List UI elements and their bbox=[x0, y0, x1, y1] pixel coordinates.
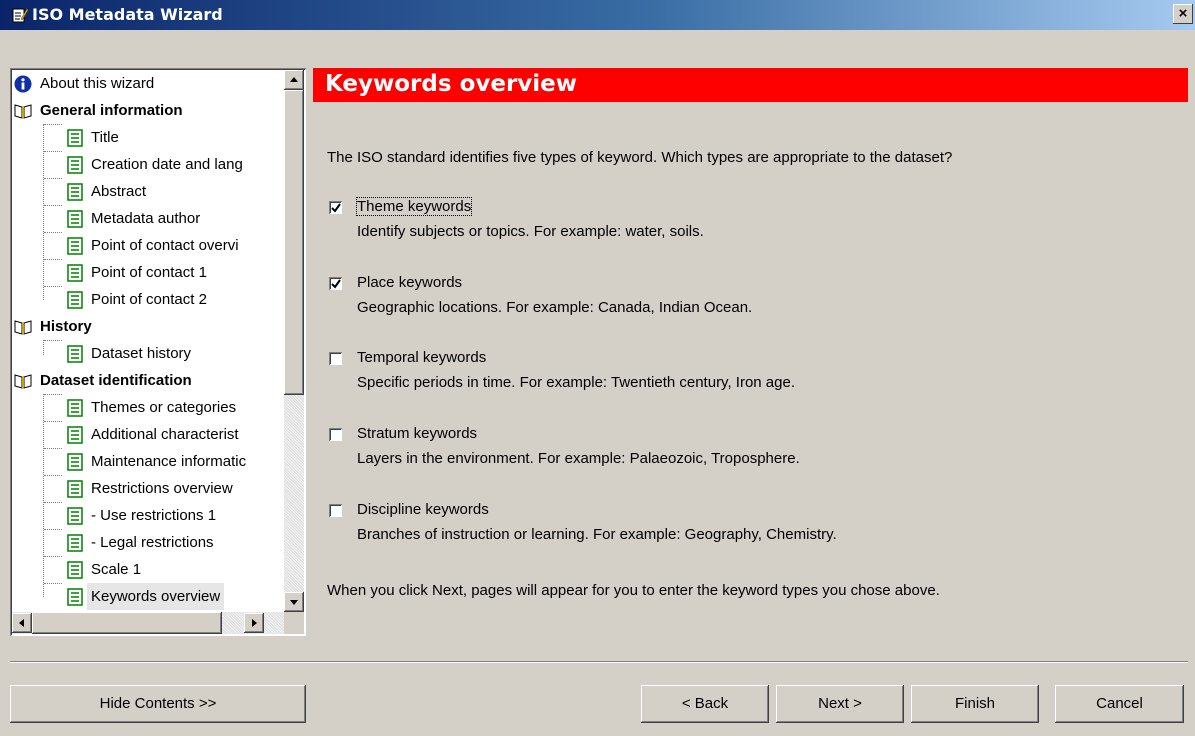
page-icon bbox=[67, 534, 83, 552]
page-icon bbox=[67, 426, 83, 444]
keyword-option-description: Specific periods in time. For example: T… bbox=[357, 374, 795, 391]
page-icon bbox=[67, 399, 83, 417]
close-button[interactable]: × bbox=[1173, 4, 1193, 24]
page-heading-bar: Keywords overview bbox=[313, 68, 1188, 102]
window-title: ISO Metadata Wizard bbox=[32, 5, 223, 24]
page-icon bbox=[67, 183, 83, 201]
keyword-option-label[interactable]: Discipline keywords bbox=[357, 501, 489, 518]
page-icon bbox=[67, 237, 83, 255]
cancel-button[interactable]: Cancel bbox=[1055, 685, 1184, 723]
scrollbar-corner bbox=[284, 612, 304, 634]
keyword-option-description: Branches of instruction or learning. For… bbox=[357, 526, 837, 543]
page-icon bbox=[67, 291, 83, 309]
title-bar: ISO Metadata Wizard × bbox=[0, 0, 1195, 30]
page-icon bbox=[67, 588, 83, 606]
next-button[interactable]: Next > bbox=[776, 685, 904, 723]
arrow-up-icon bbox=[290, 77, 298, 82]
horizontal-scroll-thumb[interactable] bbox=[32, 612, 222, 634]
scroll-left-button[interactable] bbox=[12, 613, 32, 633]
finish-button[interactable]: Finish bbox=[911, 685, 1039, 723]
keyword-checkbox[interactable] bbox=[329, 201, 342, 214]
keyword-option-label[interactable]: Temporal keywords bbox=[357, 349, 486, 366]
back-button[interactable]: < Back bbox=[641, 685, 769, 723]
intro-text: The ISO standard identifies five types o… bbox=[327, 149, 953, 166]
open-book-icon bbox=[14, 320, 32, 335]
page-icon bbox=[67, 129, 83, 147]
page-icon bbox=[67, 210, 83, 228]
open-book-icon bbox=[14, 374, 32, 389]
keyword-option-label[interactable]: Theme keywords bbox=[355, 197, 473, 216]
keyword-checkbox[interactable] bbox=[329, 277, 342, 290]
checkmark-icon bbox=[331, 203, 341, 213]
contents-tree: About this wizard General information Ti… bbox=[12, 70, 284, 612]
info-icon bbox=[14, 75, 32, 93]
keyword-checkbox[interactable] bbox=[329, 504, 342, 517]
open-book-icon bbox=[14, 104, 32, 119]
keyword-option-description: Layers in the environment. For example: … bbox=[357, 450, 800, 467]
page-icon bbox=[67, 507, 83, 525]
arrow-down-icon bbox=[290, 600, 298, 605]
tree-horizontal-scrollbar[interactable] bbox=[12, 612, 284, 634]
checkmark-icon bbox=[331, 279, 341, 289]
page-icon bbox=[67, 453, 83, 471]
page-heading: Keywords overview bbox=[325, 71, 578, 97]
keyword-checkbox[interactable] bbox=[329, 428, 342, 441]
keyword-option-label[interactable]: Stratum keywords bbox=[357, 425, 477, 442]
keyword-option-label[interactable]: Place keywords bbox=[357, 274, 462, 291]
scroll-down-button[interactable] bbox=[284, 592, 304, 612]
page-icon bbox=[67, 264, 83, 282]
keyword-option-description: Identify subjects or topics. For example… bbox=[357, 223, 704, 240]
contents-tree-panel: About this wizard General information Ti… bbox=[10, 68, 306, 636]
page-icon bbox=[67, 345, 83, 363]
keyword-option-description: Geographic locations. For example: Canad… bbox=[357, 299, 753, 316]
arrow-right-icon bbox=[252, 619, 257, 627]
page-icon bbox=[67, 480, 83, 498]
vertical-scroll-thumb[interactable] bbox=[284, 90, 304, 395]
scroll-right-button[interactable] bbox=[244, 613, 264, 633]
footer-note: When you click Next, pages will appear f… bbox=[327, 582, 940, 599]
separator bbox=[10, 661, 1188, 663]
arrow-left-icon bbox=[19, 619, 24, 627]
scroll-up-button[interactable] bbox=[284, 70, 304, 90]
page-icon bbox=[67, 561, 83, 579]
tree-vertical-scrollbar[interactable] bbox=[284, 70, 304, 612]
page-icon bbox=[67, 156, 83, 174]
wizard-app-icon bbox=[12, 8, 28, 23]
keyword-checkbox[interactable] bbox=[329, 352, 342, 365]
hide-contents-button[interactable]: Hide Contents >> bbox=[10, 685, 306, 723]
